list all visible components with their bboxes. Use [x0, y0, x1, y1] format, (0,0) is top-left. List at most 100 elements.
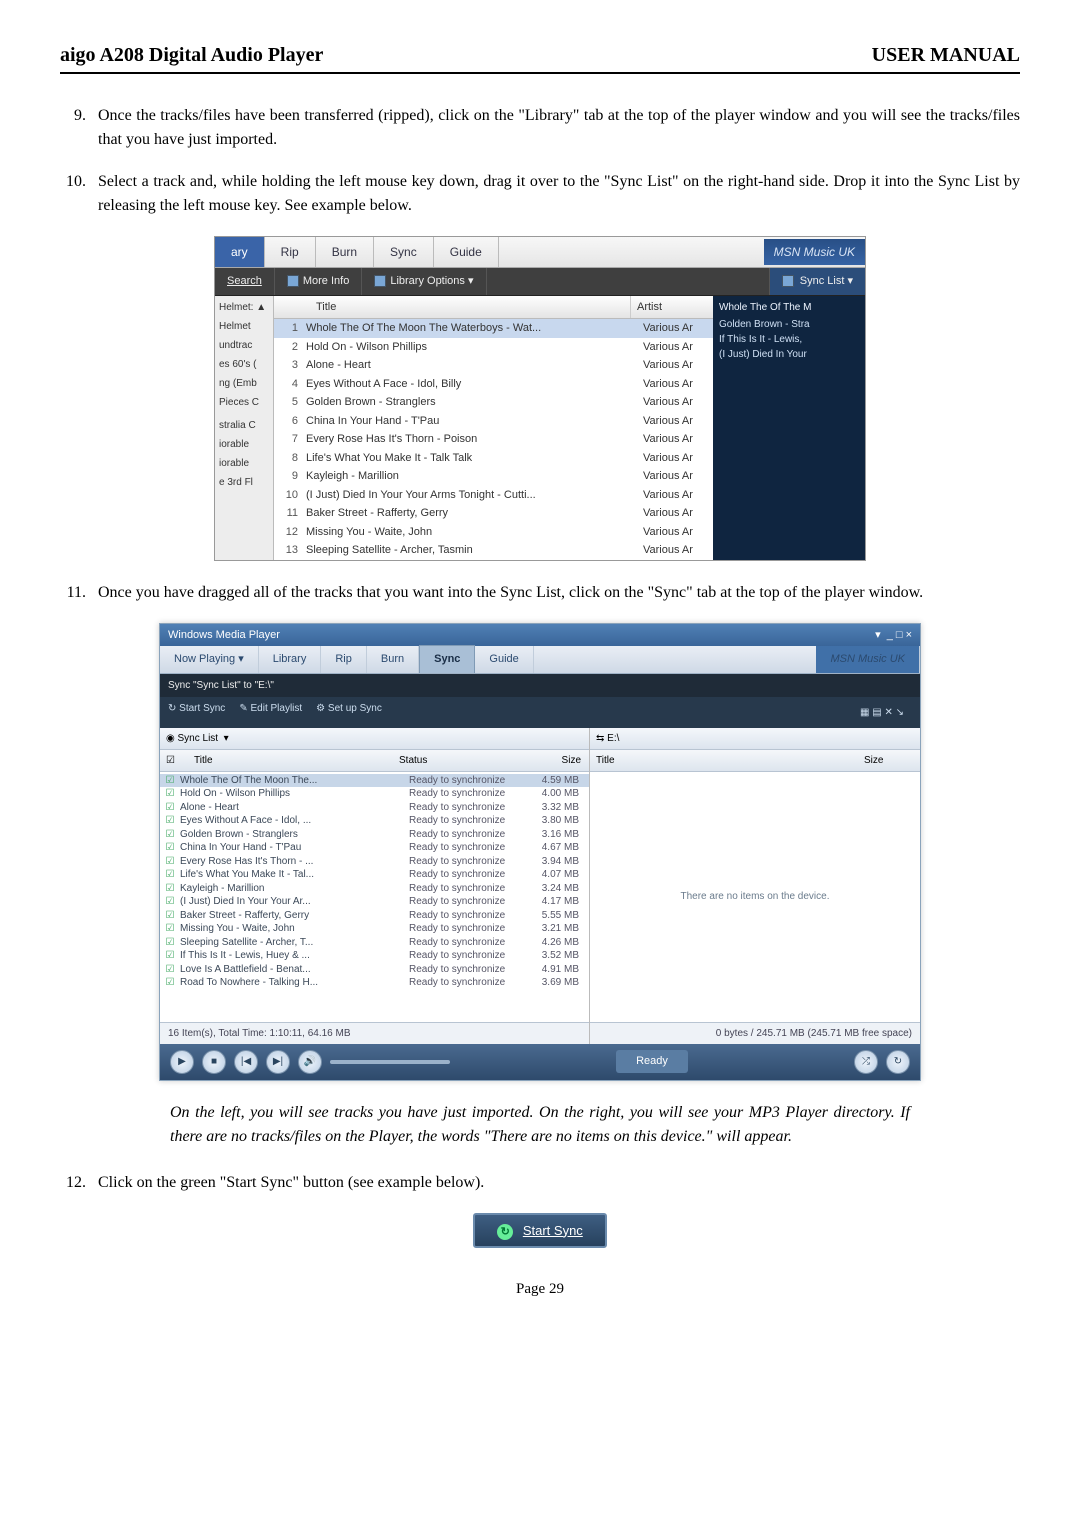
step-10: Select a track and, while holding the le… [90, 170, 1020, 218]
list-item[interactable]: ☑Hold On - Wilson PhillipsReady to synch… [160, 787, 589, 801]
tab-burn[interactable]: Burn [316, 237, 374, 267]
list-item[interactable]: ☑Eyes Without A Face - Idol, ...Ready to… [160, 814, 589, 828]
tab-rip[interactable]: Rip [265, 237, 316, 267]
tab-library[interactable]: Library [259, 646, 322, 673]
col-status[interactable]: Status [393, 750, 525, 771]
sync-list-button[interactable]: Sync List ▾ [769, 268, 865, 295]
sync-list-item[interactable]: If This Is It - Lewis, [719, 332, 859, 347]
col-title[interactable]: Title [590, 750, 858, 771]
stop-button[interactable]: ■ [202, 1050, 226, 1074]
list-item[interactable]: ☑Missing You - Waite, JohnReady to synch… [160, 922, 589, 936]
table-row[interactable]: 4Eyes Without A Face - Idol, BillyVariou… [274, 375, 713, 394]
sidebar-item[interactable]: e 3rd Fl [215, 473, 273, 492]
start-sync-button-example: Start Sync [473, 1213, 607, 1249]
col-title[interactable]: Title [188, 750, 393, 771]
tab-guide[interactable]: Guide [475, 646, 533, 673]
table-row[interactable]: 8Life's What You Make It - Talk TalkVari… [274, 449, 713, 468]
mute-button[interactable]: 🔊 [298, 1050, 322, 1074]
table-row[interactable]: 12Missing You - Waite, JohnVarious Ar [274, 523, 713, 542]
sync-action-bar: ↻ Start Sync ✎ Edit Playlist ⚙ Set up Sy… [160, 697, 920, 728]
sidebar-item[interactable]: Helmet: ▲ [215, 298, 273, 317]
table-row[interactable]: 2Hold On - Wilson PhillipsVarious Ar [274, 338, 713, 357]
list-item[interactable]: ☑If This Is It - Lewis, Huey & ...Ready … [160, 949, 589, 963]
list-item[interactable]: ☑Alone - HeartReady to synchronize3.32 M… [160, 801, 589, 815]
step-9: Once the tracks/files have been transfer… [90, 104, 1020, 152]
setup-sync-link[interactable]: ⚙ Set up Sync [316, 701, 382, 724]
device-status: 0 bytes / 245.71 MB (245.71 MB free spac… [590, 1022, 920, 1044]
sidebar-item[interactable]: es 60's ( [215, 355, 273, 374]
device-empty-message: There are no items on the device. [590, 772, 920, 1022]
col-size[interactable]: Size [525, 750, 589, 771]
device-panel: ⇆ E:\ Title Size There are no items on t… [590, 728, 920, 1044]
window-titlebar: Windows Media Player ▾ _ □ × [160, 624, 920, 647]
prev-button[interactable]: |◀ [234, 1050, 258, 1074]
volume-slider[interactable] [330, 1060, 450, 1064]
list-item[interactable]: ☑Sleeping Satellite - Archer, T...Ready … [160, 936, 589, 950]
repeat-button[interactable]: ↻ [886, 1050, 910, 1074]
table-row[interactable]: 11Baker Street - Rafferty, GerryVarious … [274, 504, 713, 523]
product-name: aigo A208 Digital Audio Player [60, 40, 323, 70]
more-info-button[interactable]: More Info [275, 268, 362, 295]
info-icon [287, 275, 299, 287]
table-row[interactable]: 7Every Rose Has It's Thorn - PoisonVario… [274, 430, 713, 449]
list-item[interactable]: ☑Every Rose Has It's Thorn - ...Ready to… [160, 855, 589, 869]
sync-list-item[interactable]: Golden Brown - Stra [719, 317, 859, 332]
device-header: Title Size [590, 750, 920, 772]
sidebar-item[interactable]: stralia C [215, 416, 273, 435]
list-item[interactable]: ☑(I Just) Died In Your Your Ar...Ready t… [160, 895, 589, 909]
list-item[interactable]: ☑China In Your Hand - T'PauReady to sync… [160, 841, 589, 855]
device-dropdown[interactable]: ⇆ E:\ [590, 728, 920, 750]
sync-list-item[interactable]: Whole The Of The M [719, 300, 859, 315]
play-button[interactable]: ▶ [170, 1050, 194, 1074]
doc-type: USER MANUAL [872, 40, 1020, 70]
screenshot-caption: On the left, you will see tracks you hav… [170, 1101, 910, 1149]
sync-list-dropdown[interactable]: ◉ Sync List ▾ [160, 728, 589, 750]
search-input[interactable]: Search [215, 268, 275, 295]
tab-guide[interactable]: Guide [434, 237, 499, 267]
col-title[interactable]: Title [310, 296, 630, 319]
table-row[interactable]: 1Whole The Of The Moon The Waterboys - W… [274, 319, 713, 338]
table-row[interactable]: 5Golden Brown - StranglersVarious Ar [274, 393, 713, 412]
library-options-button[interactable]: Library Options ▾ [362, 268, 486, 295]
instruction-list: Once the tracks/files have been transfer… [60, 104, 1020, 218]
sidebar-item[interactable]: iorable [215, 435, 273, 454]
category-sidebar[interactable]: Helmet: ▲Helmetundtraces 60's (ng (EmbPi… [215, 296, 274, 560]
tab-burn[interactable]: Burn [367, 646, 419, 673]
table-row[interactable]: 3Alone - HeartVarious Ar [274, 356, 713, 375]
tab-sync[interactable]: Sync [419, 645, 475, 673]
list-item[interactable]: ☑Kayleigh - MarillionReady to synchroniz… [160, 882, 589, 896]
sidebar-item[interactable]: Helmet [215, 317, 273, 336]
window-controls[interactable]: ▾ _ □ × [875, 627, 912, 644]
sidebar-item[interactable]: Pieces C [215, 393, 273, 412]
sync-list-panel: Whole The Of The M Golden Brown - StraIf … [713, 296, 865, 560]
col-size[interactable]: Size [858, 750, 920, 771]
view-icons[interactable]: ▦ ▤ ✕ ↘ [852, 701, 912, 724]
list-item[interactable]: ☑Road To Nowhere - Talking H...Ready to … [160, 976, 589, 990]
next-button[interactable]: ▶| [266, 1050, 290, 1074]
table-row[interactable]: 13Sleeping Satellite - Archer, TasminVar… [274, 541, 713, 560]
main-tabs-2: Now Playing ▾ Library Rip Burn Sync Guid… [160, 646, 920, 674]
list-item[interactable]: ☑Whole The Of The Moon The...Ready to sy… [160, 774, 589, 788]
sidebar-item[interactable]: undtrac [215, 336, 273, 355]
msn-music-badge: MSN Music UK [816, 646, 920, 673]
sync-list-item[interactable]: (I Just) Died In Your [719, 347, 859, 362]
sidebar-item[interactable]: iorable [215, 454, 273, 473]
list-item[interactable]: ☑Life's What You Make It - Tal...Ready t… [160, 868, 589, 882]
table-row[interactable]: 6China In Your Hand - T'PauVarious Ar [274, 412, 713, 431]
player-controls: ▶ ■ |◀ ▶| 🔊 Ready ⤮ ↻ [160, 1044, 920, 1080]
check-all[interactable]: ☑ [166, 755, 175, 766]
table-row[interactable]: 9Kayleigh - MarillionVarious Ar [274, 467, 713, 486]
list-item[interactable]: ☑Golden Brown - StranglersReady to synch… [160, 828, 589, 842]
tab-now-playing[interactable]: Now Playing ▾ [160, 646, 259, 673]
shuffle-button[interactable]: ⤮ [854, 1050, 878, 1074]
edit-playlist-link[interactable]: ✎ Edit Playlist [239, 701, 302, 724]
col-artist[interactable]: Artist [630, 296, 713, 319]
tab-rip[interactable]: Rip [321, 646, 367, 673]
list-item[interactable]: ☑Love Is A Battlefield - Benat...Ready t… [160, 963, 589, 977]
sidebar-item[interactable]: ng (Emb [215, 374, 273, 393]
list-item[interactable]: ☑Baker Street - Rafferty, GerryReady to … [160, 909, 589, 923]
tab-ary[interactable]: ary [215, 237, 265, 267]
start-sync-link[interactable]: ↻ Start Sync [168, 701, 225, 724]
table-row[interactable]: 10(I Just) Died In Your Your Arms Tonigh… [274, 486, 713, 505]
tab-sync[interactable]: Sync [374, 237, 434, 267]
